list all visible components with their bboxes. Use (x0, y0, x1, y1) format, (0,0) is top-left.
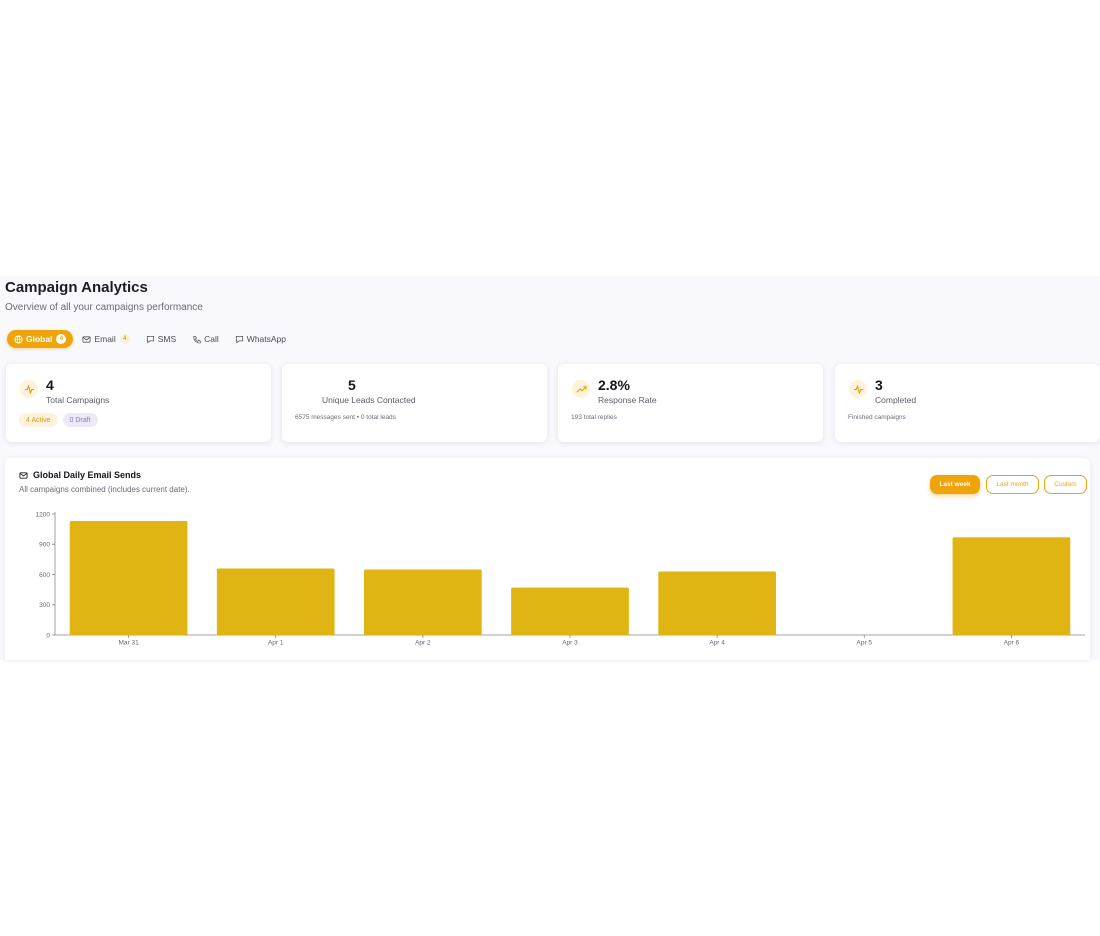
tab-count-badge: 4 (56, 334, 67, 344)
daily-sends-chart-card: Global Daily Email Sends All campaigns c… (5, 458, 1090, 660)
y-tick-label: 0 (46, 632, 50, 639)
stat-card-total-campaigns: 4 Total Campaigns 4 Active 0 Draft (6, 364, 271, 442)
stat-note: 6575 messages sent • 0 total leads (295, 414, 396, 421)
stat-note: Finished campaigns (848, 414, 906, 421)
y-tick-label: 1200 (36, 511, 51, 518)
y-tick-label: 600 (39, 572, 50, 579)
page-title: Campaign Analytics (5, 279, 148, 296)
active-badge: 4 Active (19, 413, 58, 427)
stat-value: 2.8% (598, 377, 630, 393)
daily-sends-bar-chart: 0 300 600 900 1200 Mar 31 Apr 1 Apr 2 Apr 3 Apr 4… (36, 511, 1085, 647)
tab-sms[interactable]: SMS (139, 330, 183, 348)
mail-icon (82, 335, 91, 343)
page-subtitle: Overview of all your campaigns performan… (5, 302, 203, 313)
tab-label: WhatsApp (246, 334, 287, 344)
tab-count-badge: 4 (119, 334, 130, 344)
stat-card-unique-leads: 5 Unique Leads Contacted 6575 messages s… (282, 364, 547, 442)
x-tick-label: Apr 5 (857, 640, 873, 647)
x-tick-label: Mar 31 (118, 640, 139, 647)
x-tick-label: Apr 6 (1004, 640, 1020, 647)
stat-label: Response Rate (598, 395, 657, 405)
tab-global[interactable]: Global 4 (7, 330, 74, 348)
bar-mar-31[interactable] (69, 521, 188, 635)
bar-apr-1[interactable] (216, 568, 335, 635)
stat-label: Total Campaigns (46, 395, 110, 405)
tab-label: Email (94, 334, 116, 344)
tab-label: Global (26, 334, 53, 344)
campaign-analytics-page: Campaign Analytics Overview of all your … (0, 276, 1100, 660)
stat-label: Completed (875, 395, 917, 405)
x-tick-label: Apr 3 (562, 640, 578, 647)
x-tick-label: Apr 4 (709, 640, 725, 647)
bar-apr-3[interactable] (511, 587, 629, 635)
stat-card-completed: 3 Completed Finished campaigns (835, 364, 1100, 442)
message-icon (235, 335, 243, 343)
tab-whatsapp[interactable]: WhatsApp (228, 330, 293, 348)
x-tick-label: Apr 2 (415, 640, 431, 647)
y-tick-label: 900 (39, 542, 50, 549)
activity-icon (20, 380, 38, 398)
stat-value: 3 (875, 377, 883, 393)
bar-apr-6[interactable] (952, 537, 1071, 635)
channel-tabs: Global 4 Email 4 SMS Call WhatsApp (7, 330, 295, 348)
trending-up-icon (572, 380, 590, 398)
tab-label: Call (204, 334, 219, 344)
stat-label: Unique Leads Contacted (322, 395, 416, 405)
stat-card-response-rate: 2.8% Response Rate 193 total replies (558, 364, 823, 442)
stat-value: 5 (348, 377, 356, 393)
message-icon (146, 335, 154, 343)
y-tick-label: 300 (39, 602, 50, 609)
activity-icon (849, 380, 867, 398)
stat-note: 193 total replies (571, 414, 617, 421)
status-badges: 4 Active 0 Draft (19, 413, 103, 427)
x-tick-label: Apr 1 (268, 640, 284, 647)
tab-label: SMS (157, 334, 177, 344)
bar-apr-4[interactable] (658, 571, 776, 635)
phone-icon (193, 335, 201, 343)
tab-email[interactable]: Email 4 (75, 330, 136, 348)
bar-apr-2[interactable] (364, 569, 482, 635)
draft-badge: 0 Draft (62, 413, 98, 427)
tab-call[interactable]: Call (185, 330, 226, 348)
globe-icon (14, 334, 23, 344)
stat-value: 4 (46, 377, 54, 393)
